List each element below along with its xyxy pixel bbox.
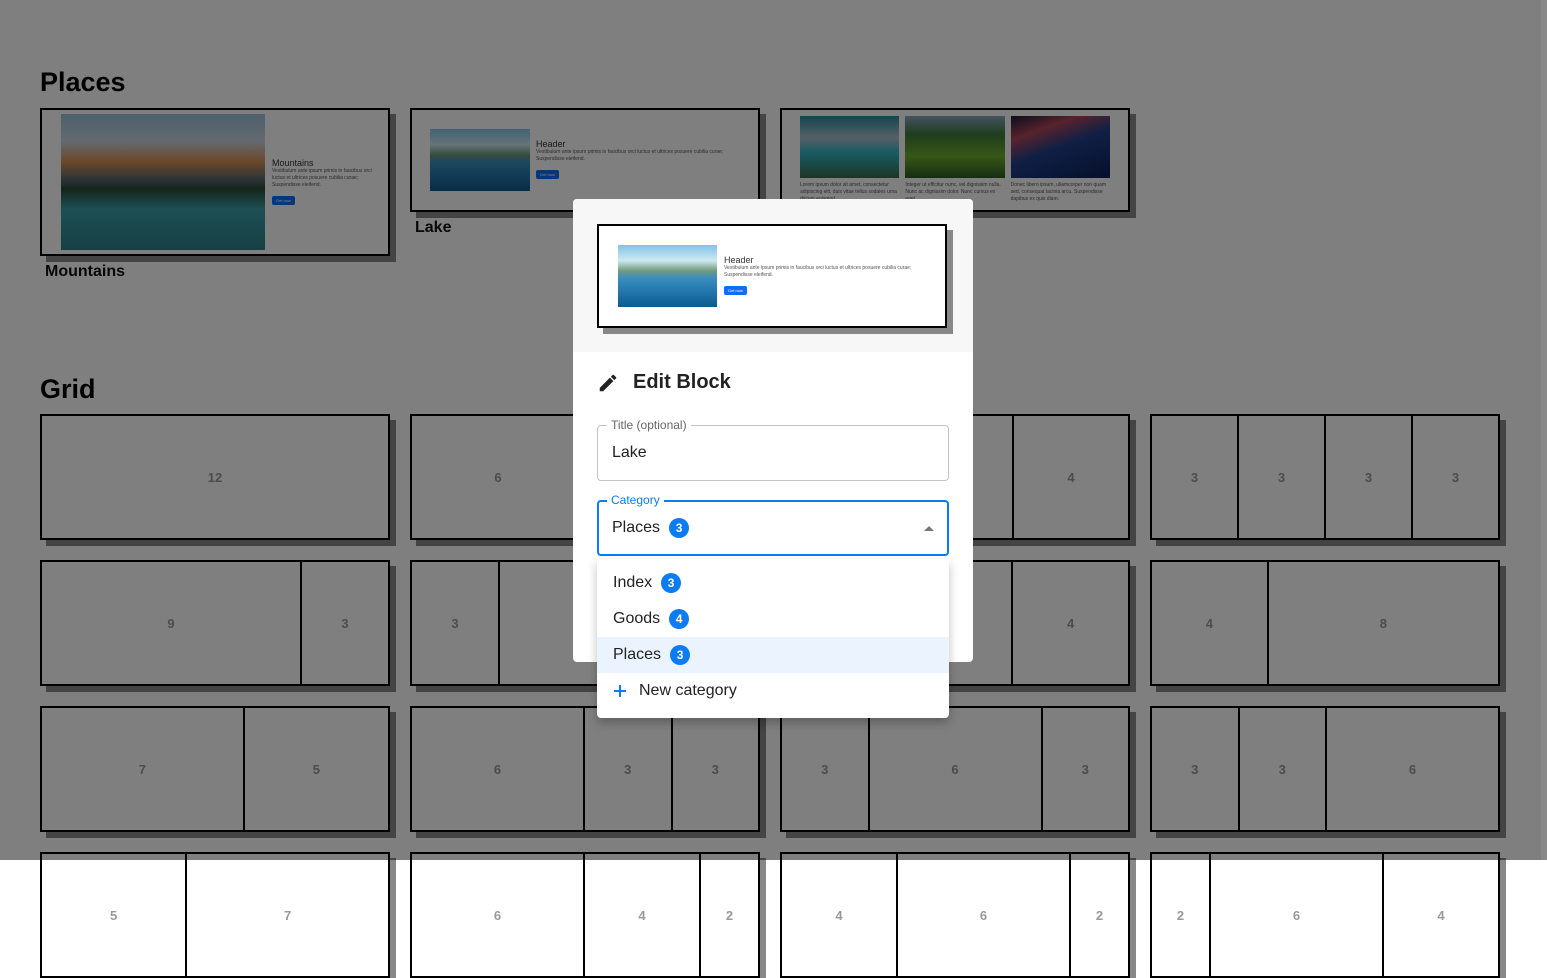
count-badge: 3	[669, 518, 690, 538]
grid-cell: 4	[585, 854, 701, 976]
preview-text: Vestibulum ante ipsum primis in faucibus…	[724, 265, 912, 278]
menu-item-label: Places	[613, 646, 662, 663]
dialog-title-text: Edit Block	[633, 371, 731, 393]
grid-block[interactable]: 26 4	[1150, 852, 1500, 978]
title-input[interactable]: Title (optional) Lake	[597, 418, 949, 481]
preview-card: Header Vestibulum ante ipsum primis in f…	[597, 224, 947, 328]
scrollbar[interactable]	[1541, 0, 1547, 860]
menu-item-label: New category	[639, 682, 737, 699]
dialog-title: Edit Block	[597, 371, 731, 394]
grid-cell: 6	[412, 854, 585, 976]
grid-block[interactable]: 57	[40, 852, 390, 978]
grid-block[interactable]: 46 2	[780, 852, 1130, 978]
category-dropdown-menu: Index 3 Goods 4 Places 3 New category	[597, 559, 949, 718]
grid-cell: 2	[1152, 854, 1211, 976]
grid-cell: 5	[42, 854, 188, 976]
menu-item-places[interactable]: Places 3	[597, 637, 949, 673]
category-select-value: Places 3	[612, 518, 690, 538]
grid-cell: 7	[284, 907, 292, 923]
count-badge: 4	[669, 609, 690, 629]
block-preview: Header Vestibulum ante ipsum primis in f…	[573, 199, 973, 352]
menu-item-new-category[interactable]: New category	[597, 673, 949, 709]
category-select[interactable]: Category Places 3	[597, 493, 949, 556]
category-value-text: Places	[612, 519, 661, 536]
grid-cell: 4	[1437, 907, 1445, 923]
caret-up-icon[interactable]	[924, 526, 934, 531]
category-select-label: Category	[607, 493, 664, 507]
menu-item-label: Goods	[613, 610, 661, 627]
grid-cell: 4	[782, 854, 898, 976]
menu-item-goods[interactable]: Goods 4	[597, 601, 949, 637]
count-badge: 3	[661, 573, 682, 593]
grid-cell: 2	[1095, 907, 1104, 923]
preview-heading: Header	[724, 255, 754, 265]
menu-item-label: Index	[613, 574, 653, 591]
plus-icon	[614, 685, 626, 697]
lake-image	[618, 245, 717, 307]
grid-block[interactable]: 64 2	[410, 852, 760, 978]
grid-cell: 6	[898, 854, 1071, 976]
preview-button: Get now	[724, 286, 747, 295]
menu-item-index[interactable]: Index 3	[597, 565, 949, 601]
title-input-value[interactable]: Lake	[612, 444, 647, 462]
pencil-icon	[599, 374, 617, 391]
count-badge: 3	[670, 645, 691, 665]
title-input-label: Title (optional)	[607, 418, 691, 432]
grid-cell: 2	[725, 907, 734, 923]
grid-cell: 6	[1211, 854, 1384, 976]
